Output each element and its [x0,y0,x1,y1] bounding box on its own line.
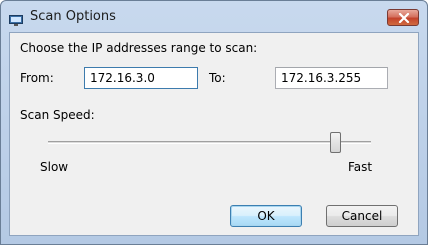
from-ip-field[interactable] [84,67,198,89]
cancel-button[interactable]: Cancel [326,205,398,227]
title-bar[interactable]: Scan Options [1,1,427,32]
fast-label: Fast [348,160,373,174]
scan-speed-slider-thumb[interactable] [329,132,341,153]
to-label: To: [209,71,226,85]
to-ip-field[interactable] [275,67,388,89]
scan-speed-label: Scan Speed: [20,108,95,122]
close-button[interactable] [387,9,419,26]
from-label: From: [20,71,54,85]
dialog-body: Choose the IP addresses range to scan: F… [9,32,419,236]
slow-label: Slow [40,160,69,174]
scan-options-dialog: Scan Options Choose the IP addresses ran… [0,0,428,245]
close-icon [398,13,410,23]
range-heading: Choose the IP addresses range to scan: [20,41,258,55]
scan-speed-track[interactable] [48,141,371,144]
ok-button[interactable]: OK [230,205,302,227]
monitor-icon [9,11,23,26]
window-title: Scan Options [30,9,116,24]
